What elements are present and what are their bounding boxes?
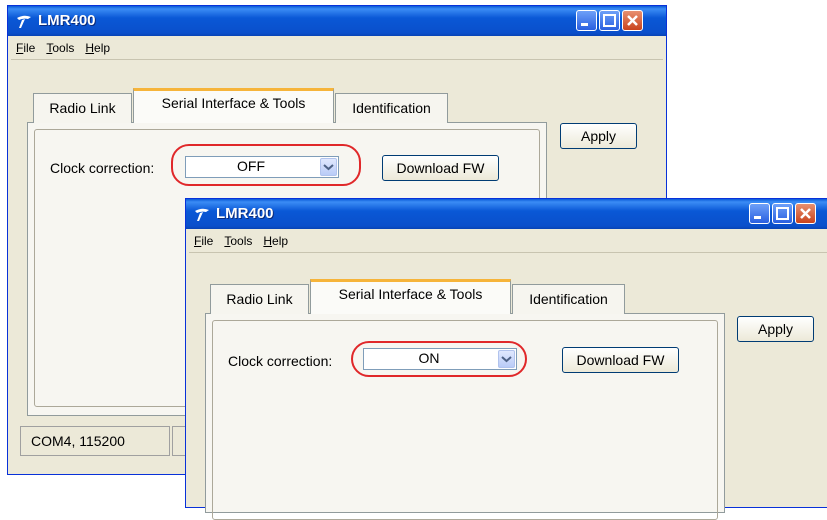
menu-bar: File Tools Help bbox=[11, 38, 663, 60]
highlight-circle bbox=[171, 144, 361, 186]
tab-identification[interactable]: Identification bbox=[512, 284, 625, 314]
minimize-button[interactable] bbox=[576, 10, 597, 31]
menu-tools[interactable]: Tools bbox=[46, 38, 74, 58]
status-port: COM4, 115200 bbox=[20, 426, 170, 456]
menu-bar: File Tools Help bbox=[189, 231, 827, 253]
apply-button[interactable]: Apply bbox=[560, 123, 637, 149]
app-icon bbox=[195, 208, 209, 221]
tab-identification[interactable]: Identification bbox=[335, 93, 448, 123]
close-button[interactable] bbox=[795, 203, 816, 224]
menu-help[interactable]: Help bbox=[263, 231, 288, 251]
menu-tools[interactable]: Tools bbox=[224, 231, 252, 251]
download-fw-button[interactable]: Download FW bbox=[562, 347, 679, 373]
title-bar[interactable]: LMR400 bbox=[8, 6, 666, 36]
tab-radio-link[interactable]: Radio Link bbox=[33, 93, 132, 123]
maximize-icon bbox=[603, 14, 616, 27]
apply-button[interactable]: Apply bbox=[737, 316, 814, 342]
tab-serial-interface[interactable]: Serial Interface & Tools bbox=[310, 279, 511, 314]
clock-correction-label: Clock correction: bbox=[228, 353, 333, 369]
minimize-icon bbox=[754, 216, 761, 219]
menu-file[interactable]: File bbox=[16, 38, 35, 58]
lmr400-window-front: LMR400 File Tools Help Radio Link Serial I… bbox=[185, 198, 827, 520]
window-title: LMR400 bbox=[216, 205, 274, 222]
maximize-button[interactable] bbox=[772, 203, 793, 224]
close-icon bbox=[800, 208, 811, 219]
title-bar[interactable]: LMR400 bbox=[186, 199, 827, 229]
menu-file[interactable]: File bbox=[194, 231, 213, 251]
menu-help[interactable]: Help bbox=[85, 38, 110, 58]
menu-separator bbox=[189, 252, 827, 253]
app-icon bbox=[17, 15, 31, 28]
tab-radio-link[interactable]: Radio Link bbox=[210, 284, 309, 314]
close-button[interactable] bbox=[622, 10, 643, 31]
highlight-circle bbox=[351, 341, 527, 377]
download-fw-button[interactable]: Download FW bbox=[382, 155, 499, 181]
window-title: LMR400 bbox=[38, 12, 96, 29]
minimize-icon bbox=[581, 23, 588, 26]
maximize-button[interactable] bbox=[599, 10, 620, 31]
minimize-button[interactable] bbox=[749, 203, 770, 224]
maximize-icon bbox=[776, 207, 789, 220]
menu-separator bbox=[11, 59, 663, 60]
clock-correction-label: Clock correction: bbox=[50, 160, 155, 176]
tab-serial-interface[interactable]: Serial Interface & Tools bbox=[133, 88, 334, 123]
close-icon bbox=[627, 15, 638, 26]
